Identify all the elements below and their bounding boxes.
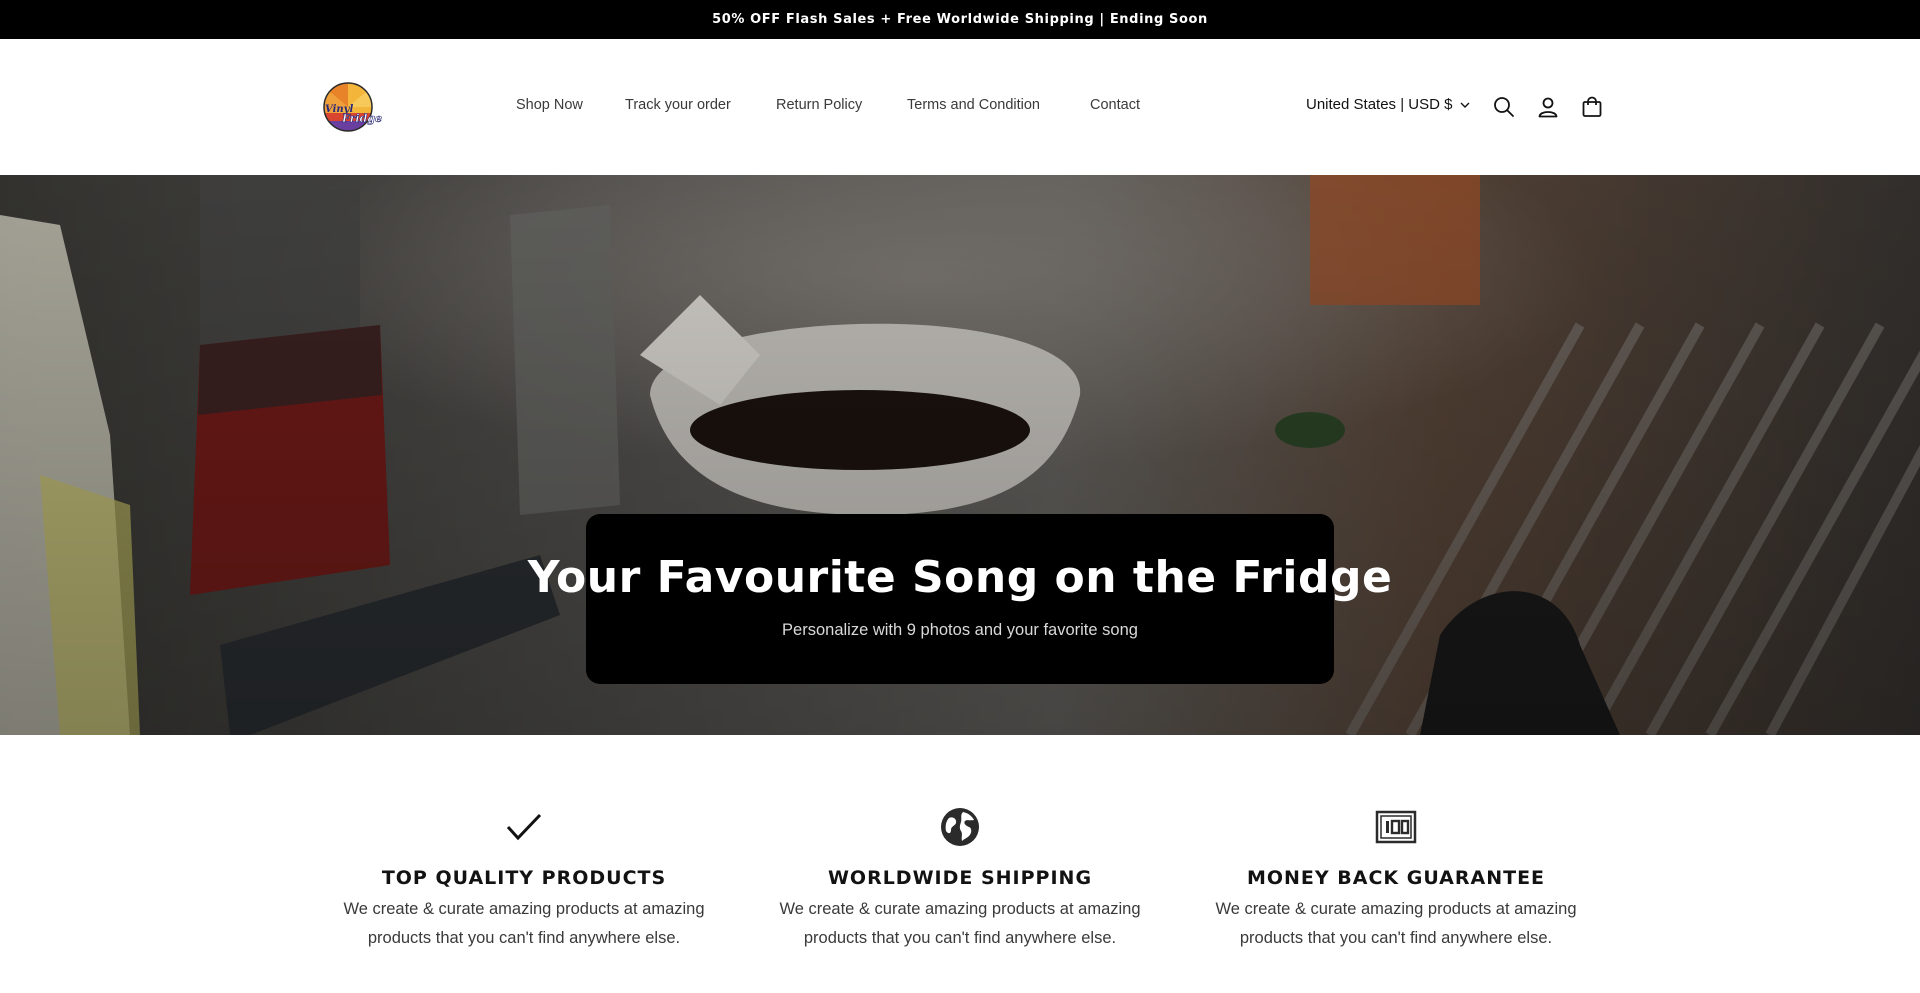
main-navigation: Shop Now Track your order Return Policy … bbox=[0, 39, 1920, 175]
site-header: Vinyl Fridge Shop Now Track your order R… bbox=[0, 39, 1920, 175]
country-currency-selector[interactable]: United States | USD $ bbox=[1306, 96, 1470, 113]
feature-text: We create & curate amazing products at a… bbox=[779, 900, 1141, 947]
checkmark-icon bbox=[506, 812, 542, 846]
announcement-text: 50% OFF Flash Sales + Free Worldwide Shi… bbox=[712, 12, 1208, 27]
nav-shop-now[interactable]: Shop Now bbox=[516, 97, 583, 113]
globe-icon bbox=[939, 806, 981, 852]
hero-banner: Your Favourite Song on the Fridge Person… bbox=[0, 175, 1920, 735]
hero-text-box: Your Favourite Song on the Fridge Person… bbox=[528, 514, 1392, 684]
nav-contact[interactable]: Contact bbox=[1090, 97, 1140, 113]
chevron-down-icon bbox=[1460, 96, 1470, 113]
nav-return-policy[interactable]: Return Policy bbox=[776, 97, 862, 113]
account-icon[interactable] bbox=[1534, 93, 1562, 121]
feature-title: WORLDWIDE SHIPPING bbox=[827, 867, 1093, 889]
hero-subtitle: Personalize with 9 photos and your favor… bbox=[782, 621, 1138, 639]
feature-title: TOP QUALITY PRODUCTS bbox=[381, 867, 667, 889]
locale-label: United States | USD $ bbox=[1306, 96, 1453, 113]
feature-text: We create & curate amazing products at a… bbox=[1215, 900, 1577, 947]
nav-terms-condition[interactable]: Terms and Condition bbox=[907, 97, 1040, 113]
feature-text: We create & curate amazing products at a… bbox=[343, 900, 705, 947]
features-section: TOP QUALITY PRODUCTS We create & curate … bbox=[0, 735, 1920, 993]
announcement-bar: 50% OFF Flash Sales + Free Worldwide Shi… bbox=[0, 0, 1920, 39]
feature-title: MONEY BACK GUARANTEE bbox=[1246, 867, 1546, 889]
search-icon[interactable] bbox=[1490, 93, 1518, 121]
feature-guarantee: MONEY BACK GUARANTEE We create & curate … bbox=[1196, 807, 1596, 953]
cart-icon[interactable] bbox=[1578, 93, 1606, 121]
nav-track-order[interactable]: Track your order bbox=[625, 97, 731, 113]
money-100-icon bbox=[1375, 810, 1417, 848]
feature-quality: TOP QUALITY PRODUCTS We create & curate … bbox=[324, 807, 724, 953]
feature-shipping: WORLDWIDE SHIPPING We create & curate am… bbox=[760, 807, 1160, 953]
hero-title: Your Favourite Song on the Fridge bbox=[527, 552, 1393, 603]
